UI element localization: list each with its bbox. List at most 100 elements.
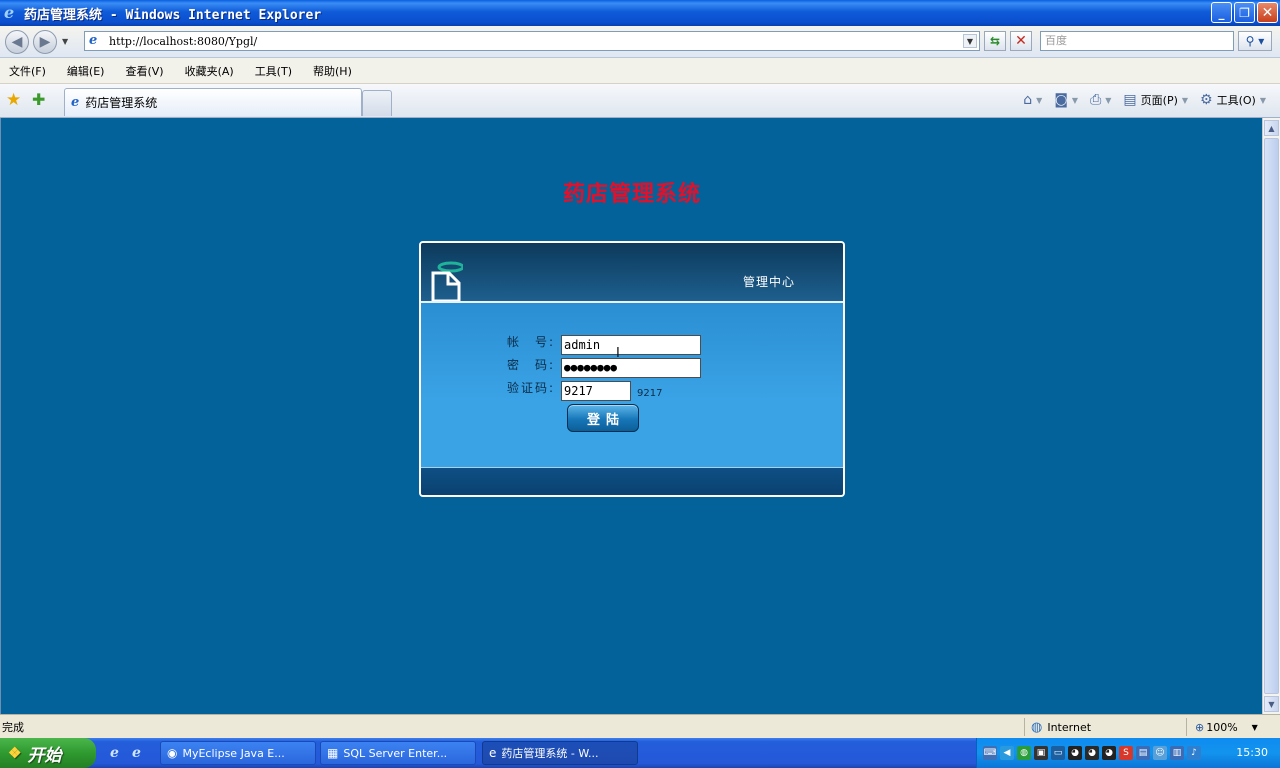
vertical-scrollbar[interactable]: ▲ ▼ <box>1262 118 1280 714</box>
window-title: 药店管理系统 - Windows Internet Explorer <box>24 7 322 23</box>
app-tray-icon[interactable]: ▣ <box>1034 746 1048 760</box>
forward-arrow-icon: ▶ <box>39 34 51 50</box>
menu-favorites[interactable]: 收藏夹(A) <box>182 61 237 81</box>
search-button[interactable]: ⚲ ▾ <box>1238 31 1272 51</box>
zoom-icon: ⊕ <box>1195 720 1205 734</box>
username-input[interactable]: admin <box>561 335 701 355</box>
menu-bar: 文件(F) 编辑(E) 查看(V) 收藏夹(A) 工具(T) 帮助(H) <box>0 58 1280 84</box>
status-text: 完成 <box>2 720 24 734</box>
stop-button[interactable]: ✕ <box>1010 31 1032 51</box>
menu-file[interactable]: 文件(F) <box>6 61 49 81</box>
back-button[interactable]: ◀ <box>5 30 29 54</box>
quicklaunch-ie-icon[interactable]: e <box>110 745 119 761</box>
tools-dropdown-icon[interactable]: ▼ <box>1260 96 1266 105</box>
address-url[interactable]: http://localhost:8080/Ypgl/ <box>109 35 257 48</box>
task-label: SQL Server Enter... <box>343 746 448 760</box>
menu-help[interactable]: 帮助(H) <box>310 61 355 81</box>
page-viewport: 药店管理系统 管理中心 帐 号: admin 密 码: ●●●●●●●● 验证码… <box>0 118 1262 714</box>
captcha-input[interactable]: 9217 <box>561 381 631 401</box>
refresh-button[interactable]: ⇆ <box>984 31 1006 51</box>
zoom-dropdown-icon[interactable]: ▼ <box>1252 723 1258 732</box>
menu-view[interactable]: 查看(V) <box>122 61 166 81</box>
quicklaunch-ie2-icon[interactable]: e <box>132 745 141 761</box>
add-favorite-icon[interactable]: ✚ <box>32 90 45 109</box>
keyboard-icon[interactable]: ⌨ <box>983 746 997 760</box>
refresh-icon: ⇆ <box>989 34 1001 48</box>
sogou-icon[interactable]: S <box>1119 746 1133 760</box>
status-bar: 完成 ◍ Internet ⊕ 100% ▼ <box>0 714 1280 738</box>
connection-icon[interactable]: ▥ <box>1170 746 1184 760</box>
username-label: 帐 号: <box>507 335 556 349</box>
qq-icon[interactable]: ◕ <box>1068 746 1082 760</box>
home-dropdown-icon[interactable]: ▼ <box>1036 96 1042 105</box>
search-input[interactable]: 百度 <box>1040 31 1234 51</box>
clock[interactable]: 15:30 <box>1236 746 1268 759</box>
eclipse-icon: ◉ <box>167 746 178 760</box>
sql-server-icon: ▦ <box>327 746 339 760</box>
admin-center-label: 管理中心 <box>743 275 796 289</box>
task-myeclipse[interactable]: ◉ MyEclipse Java E... <box>160 741 316 765</box>
minimize-button[interactable]: _ <box>1211 2 1232 23</box>
page-dropdown-icon[interactable]: ▼ <box>1182 96 1188 105</box>
task-label: 药店管理系统 - W... <box>501 747 599 760</box>
feeds-dropdown-icon[interactable]: ▼ <box>1072 96 1078 105</box>
security-zone[interactable]: ◍ Internet <box>1024 718 1091 736</box>
new-tab-button[interactable] <box>362 90 392 116</box>
print-dropdown-icon[interactable]: ▼ <box>1105 96 1111 105</box>
login-footer <box>421 467 843 495</box>
page-menu-button[interactable]: 页面(P) <box>1141 92 1178 108</box>
scroll-thumb[interactable] <box>1264 138 1279 694</box>
maximize-button[interactable]: ❐ <box>1234 2 1255 23</box>
tab-bar: ★ ✚ e 药店管理系统 ⌂ ▼ ◙ ▼ ⎙ ▼ ▤ 页面(P) ▼ ⚙ 工具(O) ▼ <box>0 84 1280 118</box>
scroll-down-arrow-icon: ▼ <box>1268 699 1275 709</box>
windows-flag-icon: ❖ <box>8 744 22 762</box>
captcha-code: 9217 <box>637 388 663 399</box>
password-input[interactable]: ●●●●●●●● <box>561 358 701 378</box>
back-arrow-icon: ◀ <box>11 34 23 50</box>
display-icon[interactable]: ▭ <box>1051 746 1065 760</box>
tab-label: 药店管理系统 <box>85 96 158 110</box>
feeds-icon[interactable]: ◙ <box>1054 92 1068 108</box>
close-button[interactable]: ✕ <box>1257 2 1278 23</box>
tab-active[interactable]: e 药店管理系统 <box>64 88 362 116</box>
favorites-star-icon[interactable]: ★ <box>6 90 21 110</box>
window-title-bar[interactable]: e 药店管理系统 - Windows Internet Explorer _ ❐… <box>0 0 1280 26</box>
password-label: 密 码: <box>507 358 556 372</box>
home-icon[interactable]: ⌂ <box>1023 92 1032 108</box>
document-halo-icon <box>431 261 463 301</box>
ie-logo-icon: e <box>4 3 15 22</box>
zoom-control[interactable]: ⊕ 100% ▼ <box>1186 718 1258 736</box>
recent-pages-dropdown-icon[interactable]: ▼ <box>62 37 68 46</box>
login-header: 管理中心 <box>421 243 843 303</box>
qq2-icon[interactable]: ◕ <box>1085 746 1099 760</box>
gear-icon: ⚙ <box>1200 92 1213 108</box>
qq3-icon[interactable]: ◕ <box>1102 746 1116 760</box>
address-field[interactable]: e http://localhost:8080/Ypgl/ ▼ <box>84 31 980 51</box>
menu-tools[interactable]: 工具(T) <box>252 61 295 81</box>
volume-icon[interactable]: ♪ <box>1187 746 1201 760</box>
task-sql-server[interactable]: ▦ SQL Server Enter... <box>320 741 476 765</box>
zone-label: Internet <box>1047 720 1092 734</box>
back-tray-icon[interactable]: ◀ <box>1000 746 1014 760</box>
tools-menu-button[interactable]: 工具(O) <box>1217 92 1256 108</box>
text-cursor-icon: I <box>616 346 620 361</box>
captcha-label: 验证码: <box>507 381 556 395</box>
people-icon[interactable]: ☺ <box>1153 746 1167 760</box>
menu-edit[interactable]: 编辑(E) <box>64 61 108 81</box>
start-button[interactable]: ❖ 开始 <box>0 738 96 768</box>
login-button[interactable]: 登陆 <box>567 404 639 432</box>
scroll-up-button[interactable]: ▲ <box>1264 120 1279 136</box>
scroll-up-arrow-icon: ▲ <box>1268 123 1275 133</box>
forward-button[interactable]: ▶ <box>33 30 57 54</box>
network-icon[interactable]: ◍ <box>1017 746 1031 760</box>
taskbar: ❖ 开始 e e ◉ MyEclipse Java E... ▦ SQL Ser… <box>0 738 1280 768</box>
address-dropdown-icon[interactable]: ▼ <box>963 34 977 48</box>
scroll-down-button[interactable]: ▼ <box>1264 696 1279 712</box>
print-icon[interactable]: ⎙ <box>1090 92 1101 108</box>
globe-icon: ◍ <box>1031 719 1043 735</box>
tab-favicon-icon: e <box>71 95 80 110</box>
address-toolbar: ◀ ▶ ▼ e http://localhost:8080/Ypgl/ ▼ ⇆ … <box>0 26 1280 58</box>
command-bar: ⌂ ▼ ◙ ▼ ⎙ ▼ ▤ 页面(P) ▼ ⚙ 工具(O) ▼ <box>1023 92 1274 108</box>
task-ie-active[interactable]: e 药店管理系统 - W... <box>482 741 638 765</box>
monitor-icon[interactable]: ▤ <box>1136 746 1150 760</box>
